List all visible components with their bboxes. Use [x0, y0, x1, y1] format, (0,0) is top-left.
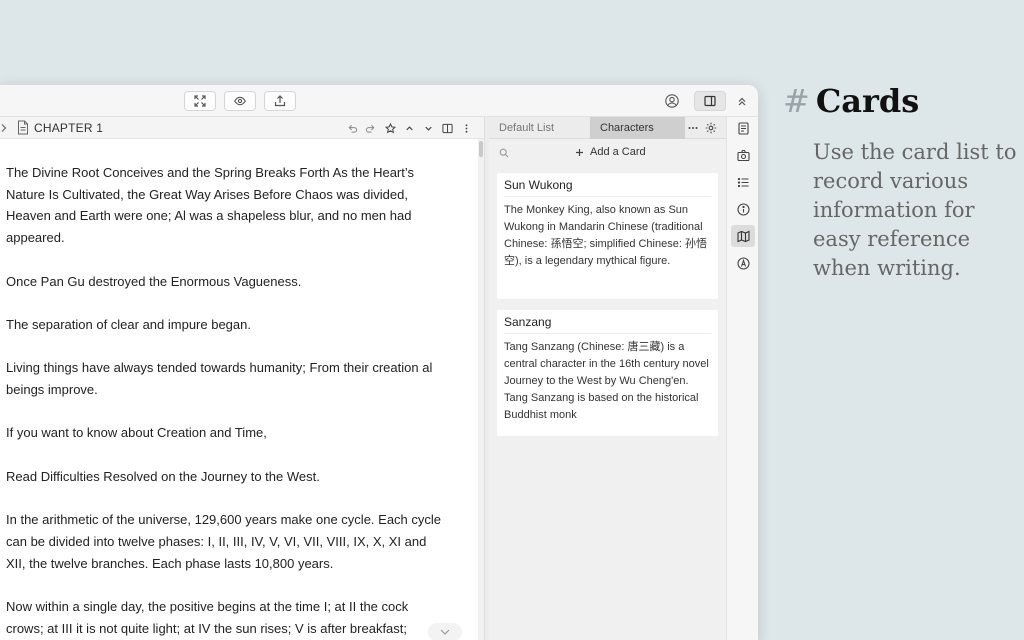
paragraph[interactable]: Living things have always tended towards…: [6, 357, 446, 400]
info-button[interactable]: [731, 198, 755, 220]
card-toolbar: Add a Card: [489, 139, 726, 167]
sidebar-toggle-button[interactable]: [694, 91, 726, 111]
card-body[interactable]: Tang Sanzang (Chinese: 唐三藏) is a central…: [504, 339, 709, 424]
chevron-down-icon: [440, 629, 450, 635]
paragraph[interactable]: In the arithmetic of the universe, 129,6…: [6, 509, 446, 574]
split-view-icon: [441, 123, 453, 133]
cards-panel: Default List Characters Add a Card Sun W…: [489, 117, 726, 640]
scrollbar-thumb[interactable]: [479, 141, 483, 157]
editor-text[interactable]: The Divine Root Conceives and the Spring…: [6, 162, 446, 640]
paragraph[interactable]: The Divine Root Conceives and the Spring…: [6, 162, 446, 249]
more-button[interactable]: [459, 121, 473, 135]
editor-body[interactable]: The Divine Root Conceives and the Spring…: [0, 139, 484, 640]
paragraph[interactable]: Now within a single day, the positive be…: [6, 596, 446, 639]
chevron-down-icon: [424, 126, 432, 131]
panel-settings-button[interactable]: [704, 121, 718, 135]
paragraph[interactable]: If you want to know about Creation and T…: [6, 422, 446, 444]
app-window: CHAPTER 1 The Divine Root Conceives and …: [0, 85, 758, 640]
previous-button[interactable]: [402, 121, 416, 135]
map-icon: [736, 230, 750, 242]
add-card-label: Add a Card: [590, 146, 646, 158]
star-icon: [384, 122, 396, 133]
card-list-tabs: Default List Characters: [489, 117, 726, 139]
redo-icon: [365, 124, 374, 133]
split-view-button[interactable]: [440, 121, 454, 135]
favorite-button[interactable]: [383, 121, 397, 135]
heading-hash: #: [783, 82, 810, 120]
chapter-title[interactable]: CHAPTER 1: [34, 121, 103, 135]
feature-heading: # Cards: [783, 82, 919, 120]
redo-button[interactable]: [363, 121, 377, 135]
notes-icon: [737, 121, 749, 135]
card-body[interactable]: The Monkey King, also known as Sun Wukon…: [504, 202, 709, 270]
notes-button[interactable]: [731, 117, 755, 139]
snapshot-button[interactable]: [731, 144, 755, 166]
collapse-button[interactable]: [732, 91, 752, 111]
tab-more-button[interactable]: [686, 121, 700, 135]
chevron-right-icon[interactable]: [0, 121, 10, 135]
search-icon[interactable]: [499, 148, 509, 158]
card-sanzang[interactable]: Sanzang Tang Sanzang (Chinese: 唐三藏) is a…: [497, 310, 718, 436]
add-card-button[interactable]: Add a Card: [575, 146, 646, 158]
preview-button[interactable]: [224, 91, 256, 111]
at-icon: [736, 256, 750, 270]
outline-button[interactable]: [731, 171, 755, 193]
paragraph[interactable]: Read Difficulties Resolved on the Journe…: [6, 466, 446, 488]
top-toolbar: [0, 85, 758, 117]
share-icon: [274, 95, 286, 107]
fullscreen-icon: [194, 95, 206, 107]
card-divider: [504, 196, 711, 197]
tool-strip: [726, 117, 758, 640]
feature-description: Use the card list to record various info…: [813, 140, 1017, 280]
more-vertical-icon: [465, 123, 467, 133]
tab-default-list[interactable]: Default List: [489, 117, 590, 139]
document-icon: [18, 120, 28, 135]
references-button[interactable]: [731, 252, 755, 274]
editor-header: CHAPTER 1: [0, 117, 484, 139]
heading-text: Cards: [815, 82, 920, 120]
collapse-up-icon: [738, 97, 746, 106]
chevron-up-icon: [405, 125, 413, 130]
undo-button[interactable]: [345, 121, 359, 135]
plus-icon: [576, 148, 583, 156]
cards-button[interactable]: [731, 225, 755, 247]
fullscreen-button[interactable]: [184, 91, 216, 111]
card-sun-wukong[interactable]: Sun Wukong The Monkey King, also known a…: [497, 173, 718, 299]
paragraph[interactable]: The separation of clear and impure began…: [6, 314, 446, 336]
info-icon: [736, 202, 750, 216]
sidebar-toggle-icon: [704, 95, 716, 107]
gear-icon: [705, 122, 717, 134]
account-button[interactable]: [662, 91, 682, 111]
eye-icon: [234, 96, 246, 106]
more-horizontal-icon: [688, 127, 698, 129]
card-divider: [504, 333, 711, 334]
outline-icon: [737, 177, 748, 187]
card-title[interactable]: Sun Wukong: [504, 178, 573, 192]
paragraph[interactable]: Once Pan Gu destroyed the Enormous Vague…: [6, 271, 446, 293]
export-button[interactable]: [264, 91, 296, 111]
card-title[interactable]: Sanzang: [504, 315, 551, 329]
undo-icon: [348, 124, 357, 133]
camera-icon: [736, 149, 750, 161]
scroll-down-button[interactable]: [428, 623, 462, 640]
next-button[interactable]: [421, 121, 435, 135]
user-circle-icon: [665, 94, 679, 108]
tab-characters[interactable]: Characters: [590, 117, 685, 139]
